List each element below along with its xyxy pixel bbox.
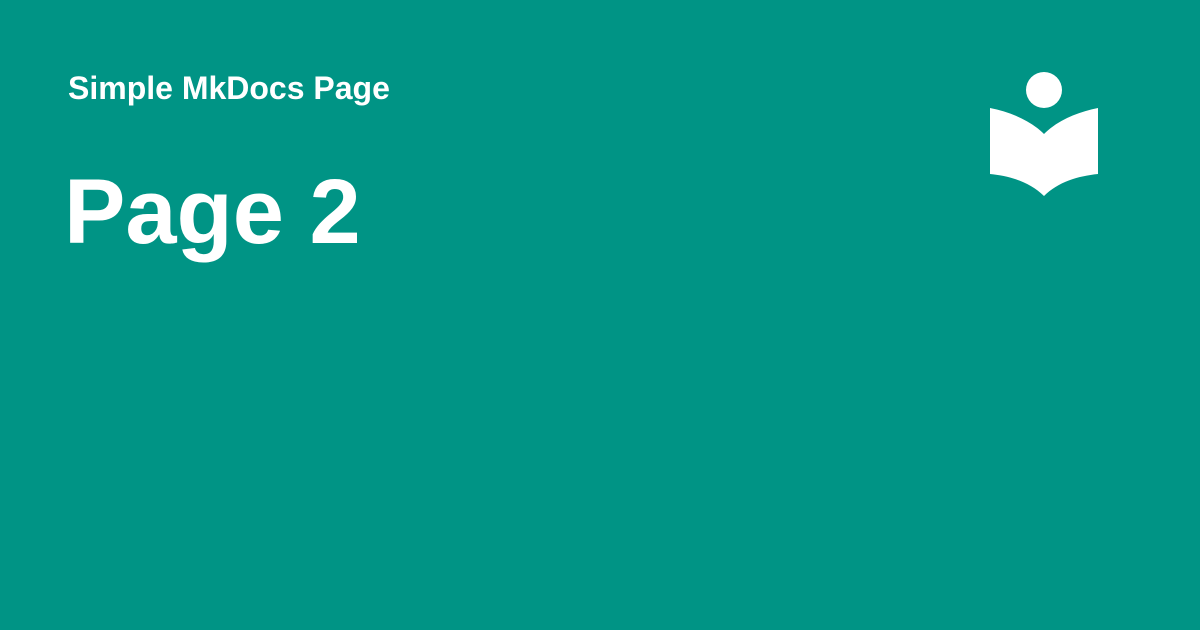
book-reader-icon <box>988 70 1100 198</box>
page-title: Page 2 <box>64 161 361 263</box>
site-name: Simple MkDocs Page <box>68 70 390 106</box>
social-card: Simple MkDocs Page Page 2 <box>0 0 1200 630</box>
